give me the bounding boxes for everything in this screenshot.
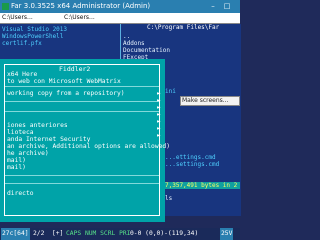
menu-item[interactable]: an archive, Additional options are allow… [7, 143, 170, 150]
maximize-button[interactable]: □ [222, 2, 232, 11]
menu-item[interactable]: he archive) [7, 150, 49, 157]
window-titlebar: Far 3.0.3525 x64 Administrator (Admin) –… [0, 0, 240, 13]
menu-item[interactable]: directo [7, 190, 34, 197]
status-segment-5: 0-0 (0,0)-(119,34) [130, 230, 199, 237]
dialog-title: Fiddler2 [57, 65, 93, 73]
status-bar: 27c[64] 2/2 [+] CAPS NUM SCRL PRI 0-0 (0… [0, 228, 240, 240]
right-item-1[interactable]: Addons [123, 40, 145, 47]
status-segment-6: 25V [220, 228, 234, 240]
menu-item[interactable]: to web con Microsoft WebMatrix [7, 78, 121, 85]
submenu-arrow-icon: ► [157, 125, 161, 132]
right-item-settings-2[interactable]: ...settings.cmd [165, 161, 219, 168]
tab-address-bar: C:\Users... C:\Users... [0, 13, 240, 24]
right-item-ini[interactable]: ini [165, 88, 176, 95]
menu-separator [5, 86, 159, 87]
submenu-arrow-icon: ► [157, 111, 161, 118]
window-title: Far 3.0.3525 x64 Administrator (Admin) [11, 2, 151, 10]
far-app-icon [2, 3, 9, 10]
left-item-2[interactable]: certlif.pfx [2, 40, 42, 47]
left-item-0[interactable]: Visual Studio 2013 [2, 26, 67, 33]
bytes-summary: 7,357,491 bytes in 2 [165, 182, 240, 189]
right-panel-path: C:\Program Files\Far [147, 24, 220, 31]
right-item-0[interactable]: .. [123, 33, 130, 40]
menu-item[interactable]: x64 Here [7, 71, 37, 78]
menu-item[interactable]: mail) [7, 157, 26, 164]
status-segment-1: 27c[64] [1, 228, 30, 240]
status-segment-2: 2/2 [33, 230, 45, 237]
menu-item[interactable]: mail) [7, 164, 26, 171]
minimize-button[interactable]: – [208, 2, 218, 11]
fiddler-menu-dialog: Fiddler2 x64 Here to web con Microsoft W… [0, 59, 170, 222]
submenu-arrow-icon: ► [157, 118, 161, 125]
right-item-settings-1[interactable]: ...ettings.cmd [165, 154, 216, 161]
menu-separator [5, 175, 159, 176]
dialog-frame: Fiddler2 x64 Here to web con Microsoft W… [4, 64, 170, 216]
left-item-1[interactable]: WindowsPowerShell [2, 33, 63, 40]
status-segment-3: [+] [52, 230, 64, 237]
status-segment-4: CAPS NUM SCRL PRI [66, 230, 131, 237]
menu-separator [5, 111, 159, 112]
submenu-arrow-icon: ► [157, 104, 161, 111]
command-line[interactable]: ls [165, 195, 172, 202]
menu-item[interactable]: working copy from a repository) [7, 90, 125, 97]
address-right[interactable]: C:\Users... [64, 13, 95, 23]
menu-item[interactable]: anda Internet Security [7, 136, 90, 143]
address-left[interactable]: C:\Users... [2, 13, 33, 23]
submenu-arrow-icon: ► [157, 90, 161, 97]
right-item-2[interactable]: Documentation [123, 47, 170, 54]
menu-item[interactable]: lioteca [7, 129, 34, 136]
submenu-arrow-icon: ► [157, 132, 161, 139]
menu-separator [5, 101, 159, 102]
menu-separator [5, 183, 159, 184]
menu-item[interactable]: iones anteriores [7, 122, 68, 129]
screenshot-tooltip[interactable]: Make screens... [180, 96, 240, 106]
